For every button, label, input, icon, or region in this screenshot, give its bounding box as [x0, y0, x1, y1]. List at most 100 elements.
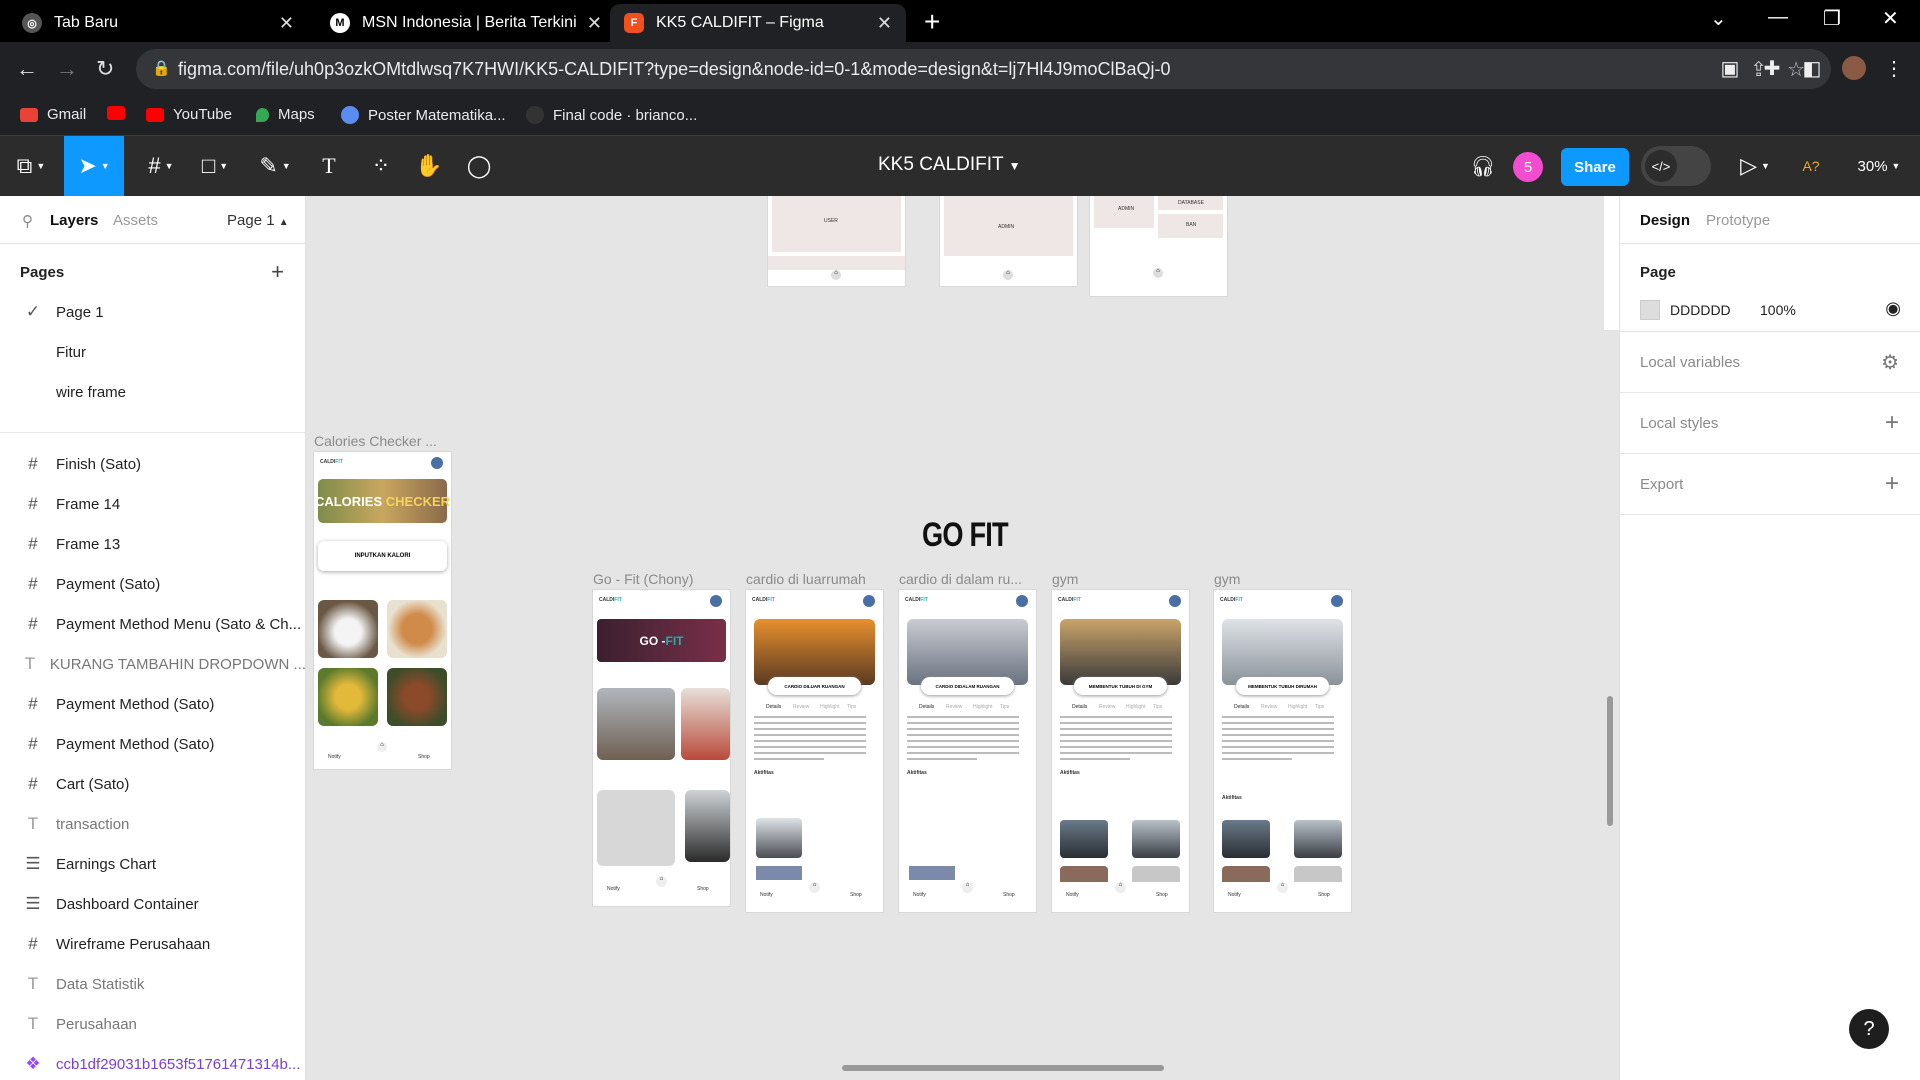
- back-icon[interactable]: ←: [16, 56, 38, 82]
- add-page-icon[interactable]: +: [271, 259, 284, 285]
- tab-prototype[interactable]: Prototype: [1706, 212, 1770, 229]
- layer-item[interactable]: ☰ Dashboard Container: [0, 884, 306, 924]
- detail-tab[interactable]: Highlight: [1126, 704, 1145, 710]
- frame-label[interactable]: gym: [1214, 571, 1240, 587]
- layer-item[interactable]: ☰ Earnings Chart: [0, 844, 306, 884]
- collaborator-count[interactable]: 5: [1513, 152, 1543, 182]
- detail-tab[interactable]: Highlight: [820, 704, 839, 710]
- detail-tab[interactable]: Review: [1261, 704, 1277, 710]
- app-screen-frame[interactable]: CALDIFIT CARDIO DIDALAM RUANGAN Details Rev…: [899, 590, 1036, 912]
- shape-tool[interactable]: □ ▼: [190, 136, 240, 196]
- bookmark-maps[interactable]: Maps: [256, 106, 315, 123]
- url-field[interactable]: 🔒 figma.com/file/uh0p3ozkOMtdlwsq7K7HWI/…: [136, 49, 1831, 89]
- sliders-icon[interactable]: ⚙: [1881, 350, 1899, 375]
- tab-msn[interactable]: M MSN Indonesia | Berita Terkini H ✕: [316, 4, 616, 42]
- minimize-icon[interactable]: —: [1768, 6, 1788, 29]
- top-frame-admin-db[interactable]: ADMIN DATABASE BAN ⌂: [1090, 196, 1227, 296]
- bookmark-gmail[interactable]: Gmail: [20, 106, 86, 123]
- app-screen-frame[interactable]: CALDIFIT MEMBENTUK TUBUH DIRUMAH Details Re…: [1214, 590, 1351, 912]
- text-tool[interactable]: T: [304, 136, 354, 196]
- local-styles-section[interactable]: Local styles +: [1620, 393, 1920, 454]
- forward-icon[interactable]: →: [56, 56, 78, 82]
- local-variables-section[interactable]: Local variables ⚙: [1620, 332, 1920, 393]
- frame-tool[interactable]: # ▼: [136, 136, 186, 196]
- canvas[interactable]: USER ⌂ ADMIN ⌂ ADMIN DATABASE BAN ⌂ Calo…: [306, 196, 1619, 1080]
- page-color-swatch[interactable]: [1640, 300, 1660, 320]
- bookmark-youtube-icon-only[interactable]: [107, 106, 134, 120]
- layer-item[interactable]: T Data Statistik: [0, 964, 306, 1004]
- layer-item[interactable]: # Frame 14: [0, 484, 306, 524]
- page-opacity-value[interactable]: 100%: [1760, 302, 1796, 318]
- present-button[interactable]: ▷ ▼: [1720, 136, 1790, 196]
- detail-tab[interactable]: Review: [793, 704, 809, 710]
- app-screen-frame[interactable]: CALDIFIT MEMBENTUK TUBUH DI GYM Details Rev…: [1052, 590, 1189, 912]
- layer-item[interactable]: Ttransaction: [0, 804, 306, 844]
- detail-tab[interactable]: Tips: [1000, 704, 1009, 710]
- menu-icon[interactable]: ⋮: [1882, 56, 1906, 80]
- layer-item[interactable]: # Payment Method Menu (Sato & Ch...: [0, 604, 306, 644]
- search-icon[interactable]: ⚲: [22, 212, 33, 230]
- hand-tool[interactable]: ✋: [404, 136, 454, 196]
- layer-item[interactable]: # Payment Method (Sato): [0, 724, 306, 764]
- top-frame-admin[interactable]: ADMIN ⌂: [940, 196, 1077, 286]
- layer-item[interactable]: # Frame 13: [0, 524, 306, 564]
- category-pill[interactable]: CARDIO DILUAR RUANGAN: [768, 677, 861, 695]
- calories-checker-frame[interactable]: CALDIFIT CALORIES CHECKER INPUTKAN KALOR…: [314, 452, 451, 769]
- tab-search-icon[interactable]: ⌄: [1710, 6, 1727, 31]
- close-icon[interactable]: ✕: [587, 13, 602, 34]
- detail-tab[interactable]: Details: [1234, 704, 1249, 710]
- category-pill[interactable]: CARDIO DIDALAM RUANGAN: [921, 677, 1014, 695]
- export-section[interactable]: Export +: [1620, 454, 1920, 515]
- restore-icon[interactable]: ❐: [1823, 6, 1841, 31]
- close-icon[interactable]: ✕: [279, 13, 294, 34]
- detail-tab[interactable]: Tips: [847, 704, 856, 710]
- layer-item[interactable]: ❖ ccb1df29031b1653f51761471314b...: [0, 1044, 306, 1080]
- layer-item[interactable]: # Wireframe Perusahaan: [0, 924, 306, 964]
- detail-tab[interactable]: Details: [766, 704, 781, 710]
- detail-tab[interactable]: Tips: [1315, 704, 1324, 710]
- app-screen-frame[interactable]: CALDIFIT GO - FIT ⌂ Notify Shop: [593, 590, 730, 906]
- comment-tool[interactable]: ◯: [454, 136, 504, 196]
- tab-design[interactable]: Design: [1640, 212, 1690, 229]
- tab-layers[interactable]: Layers: [50, 212, 98, 229]
- missing-fonts-button[interactable]: A?: [1786, 136, 1836, 196]
- sidepanel-icon[interactable]: ◧: [1800, 56, 1824, 80]
- tab-figma[interactable]: F KK5 CALDIFIT – Figma ✕: [610, 4, 906, 42]
- tab-assets[interactable]: Assets: [113, 212, 158, 229]
- profile-avatar[interactable]: [1842, 56, 1866, 80]
- file-title[interactable]: KK5 CALDIFIT ▼: [878, 154, 1020, 176]
- layer-item[interactable]: # Payment Method (Sato): [0, 684, 306, 724]
- detail-tab[interactable]: Tips: [1153, 704, 1162, 710]
- go-fit-title[interactable]: GO FIT: [922, 516, 1009, 555]
- audio-button[interactable]: 🎧︎: [1458, 136, 1508, 196]
- detail-tab[interactable]: Highlight: [973, 704, 992, 710]
- detail-tab[interactable]: Details: [1072, 704, 1087, 710]
- bookmark-github[interactable]: Final code · brianco...: [526, 106, 697, 124]
- main-menu-button[interactable]: ⧉ ▼: [6, 136, 56, 196]
- page-item-page-1[interactable]: ✓ Page 1: [0, 292, 306, 332]
- bookmark-youtube[interactable]: YouTube: [146, 106, 232, 123]
- category-pill[interactable]: MEMBENTUK TUBUH DI GYM: [1074, 677, 1167, 695]
- top-frame-user[interactable]: USER ⌂: [768, 196, 905, 286]
- dev-mode-toggle[interactable]: </>: [1641, 146, 1711, 186]
- extension-icon[interactable]: ▣: [1718, 56, 1742, 80]
- reload-icon[interactable]: ↻: [96, 56, 114, 82]
- new-tab-icon[interactable]: +: [924, 6, 940, 38]
- layer-item[interactable]: # Cart (Sato): [0, 764, 306, 804]
- help-button[interactable]: ?: [1849, 1009, 1889, 1049]
- add-icon[interactable]: +: [1885, 470, 1899, 498]
- move-tool[interactable]: ➤ ▼: [64, 136, 124, 196]
- resources-tool[interactable]: ⁘: [356, 136, 406, 196]
- category-pill[interactable]: MEMBENTUK TUBUH DIRUMAH: [1236, 677, 1329, 695]
- layer-item[interactable]: T KURANG TAMBAHIN DROPDOWN ...: [0, 644, 306, 684]
- detail-tab[interactable]: Details: [919, 704, 934, 710]
- frame-label[interactable]: cardio di dalam ru...: [899, 571, 1022, 587]
- tab-new[interactable]: ◎ Tab Baru ✕: [8, 4, 308, 42]
- share-button[interactable]: Share: [1561, 148, 1629, 186]
- puzzle-icon[interactable]: ✚: [1760, 56, 1784, 80]
- frame-label[interactable]: Go - Fit (Chony): [593, 571, 693, 587]
- page-selector[interactable]: Page 1 ▲: [227, 212, 289, 229]
- close-icon[interactable]: ✕: [877, 13, 892, 34]
- layer-item[interactable]: # Payment (Sato): [0, 564, 306, 604]
- add-icon[interactable]: +: [1885, 409, 1899, 437]
